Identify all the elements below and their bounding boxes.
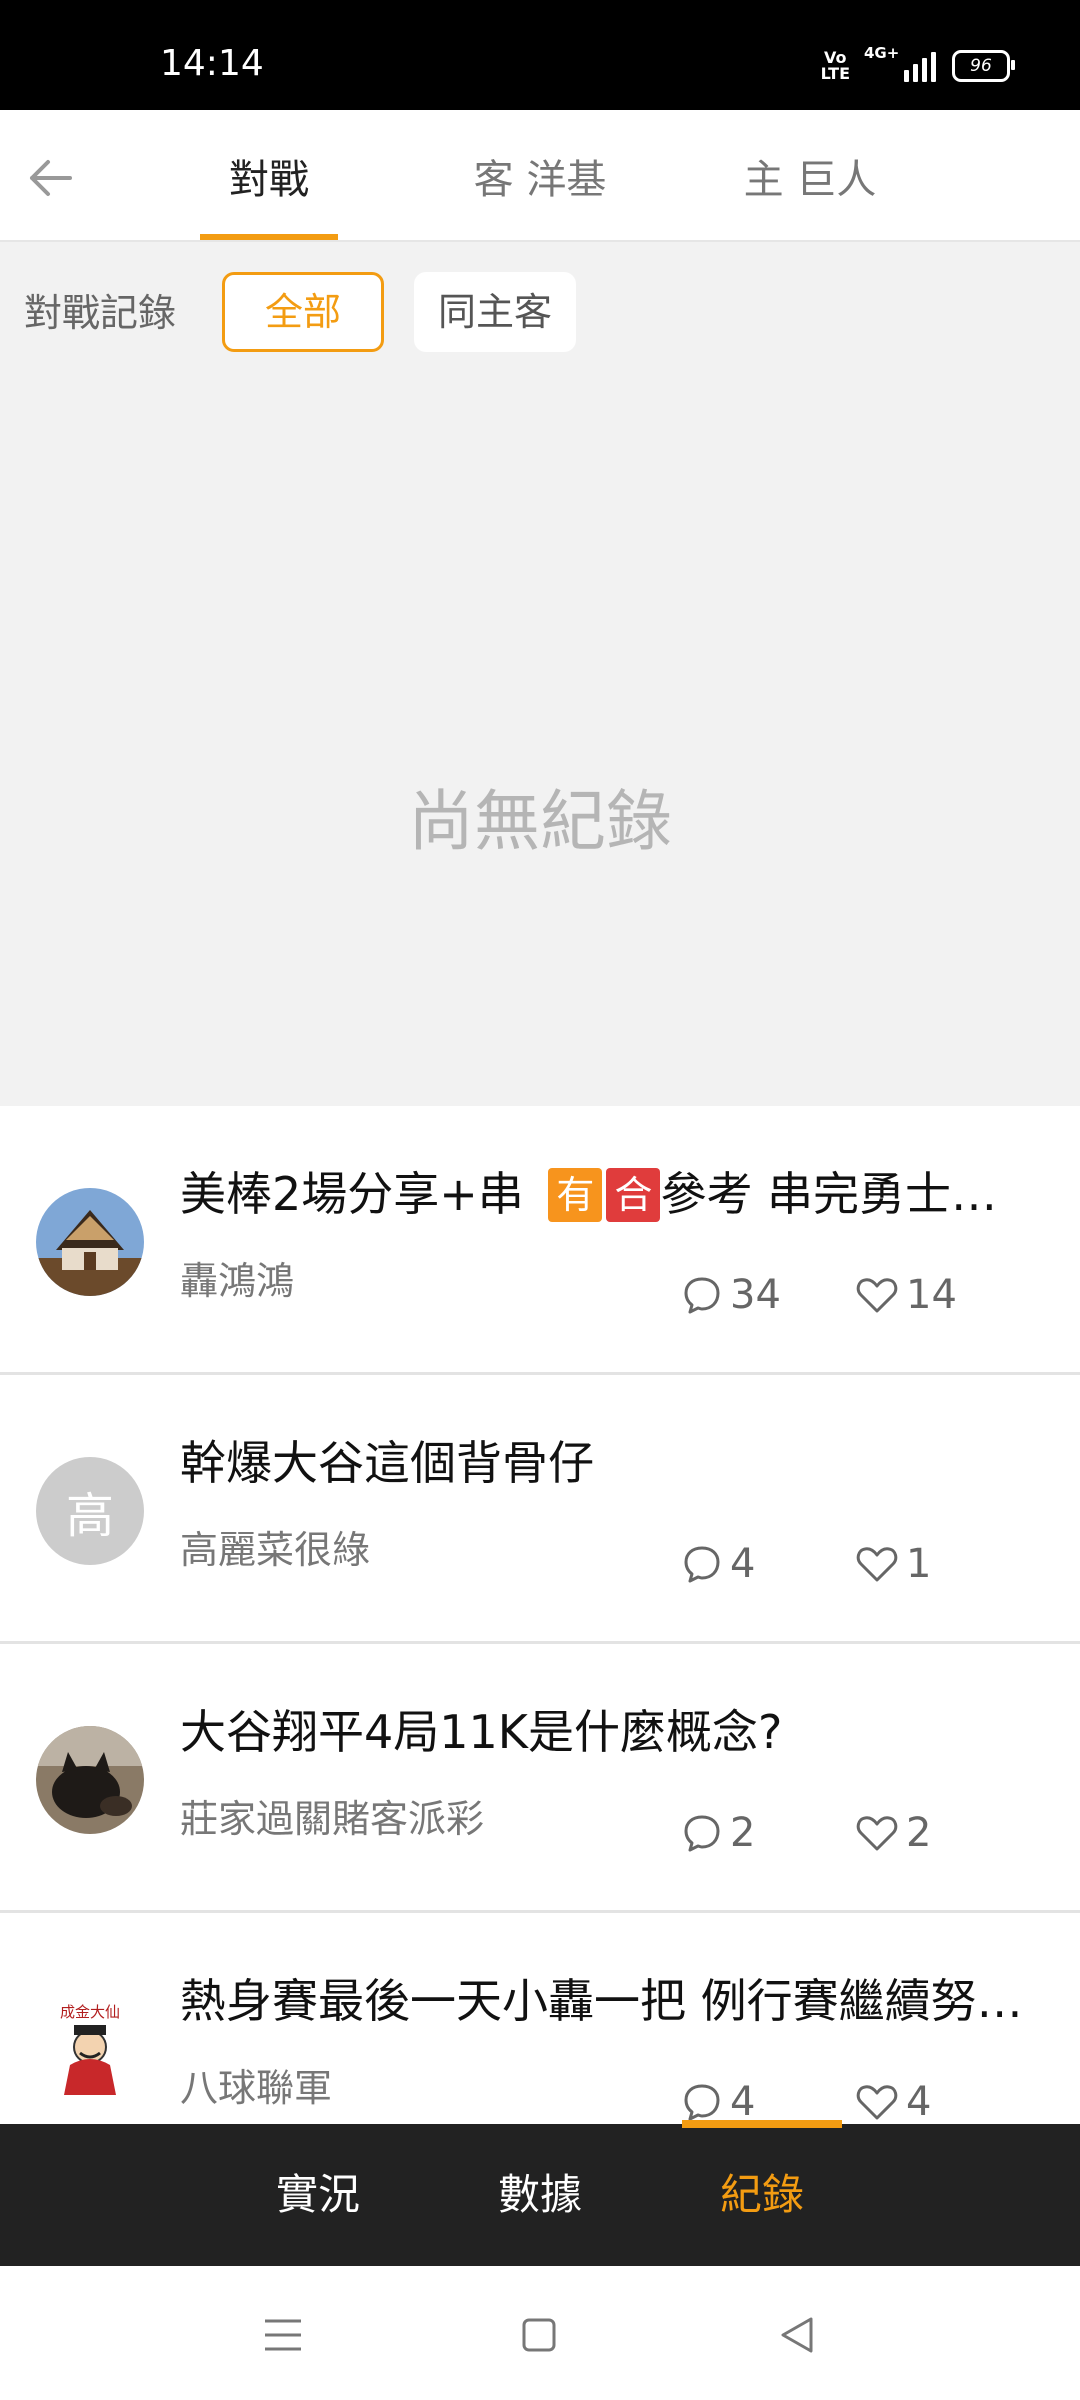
like-count-value: 1 [906,1541,932,1587]
home-square-icon [522,2318,556,2352]
post-author: 轟鴻鴻 [180,1259,295,1303]
comment-count-value: 2 [730,1810,756,1856]
volte-icon: Vo LTE [820,48,850,83]
post-title: 美棒2場分享+串 有合參考 串完勇士… [180,1162,1040,1226]
post-title-rest: 參考 串完勇士… [660,1167,998,1221]
comment-icon [684,1815,720,1852]
heart-icon [856,2085,898,2120]
post-author: 八球聯軍 [180,2066,333,2110]
top-nav: 對戰 客 洋基 主 巨人 [0,110,1080,242]
like-count[interactable]: 1 [856,1539,931,1589]
tab-home-giants[interactable]: 主 巨人 [720,150,900,210]
post-title: 幹爆大谷這個背骨仔 [180,1436,594,1490]
post-title-text: 美棒2場分享+串 [180,1167,539,1221]
heart-icon [856,1278,898,1313]
tag-he-badge: 合 [606,1167,661,1222]
back-button[interactable] [20,148,80,208]
temple-photo-icon [36,1188,144,1296]
heart-icon [856,1547,898,1582]
post-author: 莊家過關賭客派彩 [180,1797,485,1841]
post-author: 高麗菜很綠 [180,1528,371,1572]
status-icons: Vo LTE 4G+ 96 [820,44,1015,84]
comment-count[interactable]: 34 [682,1270,781,1320]
back-triangle-icon [781,2317,813,2353]
like-count-value: 4 [906,2079,932,2125]
comment-count-value: 4 [730,2079,756,2125]
like-count-value: 2 [906,1810,932,1856]
menu-icon [265,2319,301,2351]
like-count[interactable]: 2 [856,1808,931,1858]
status-bar: 14:14 Vo LTE 4G+ 96 [0,0,1080,110]
bottom-active-indicator [682,2120,842,2128]
like-count-value: 14 [906,1272,957,1318]
heart-icon [856,1816,898,1851]
comment-icon [684,2084,720,2121]
signal-icon: 4G+ [864,44,936,82]
home-button[interactable] [514,2310,564,2360]
battery-icon: 96 [952,50,1015,82]
post-item[interactable]: 美棒2場分享+串 有合參考 串完勇士… 轟鴻鴻 34 14 [0,1106,1080,1375]
fortune-god-icon: 成金大仙 [60,2003,120,2095]
status-time: 14:14 [160,43,264,84]
filter-same-home-away-chip[interactable]: 同主客 [414,272,576,352]
comment-count[interactable]: 2 [682,1808,755,1858]
matchup-record-section: 對戰記錄 全部 同主客 尚無紀錄 [0,242,1080,1106]
comment-icon [684,1277,720,1314]
filter-all-chip[interactable]: 全部 [222,272,384,352]
back-arrow-icon [30,160,72,196]
back-system-button[interactable] [772,2310,822,2360]
post-item[interactable]: 大谷翔平4局11K是什麼概念? 莊家過關賭客派彩 2 2 [0,1644,1080,1913]
avatar [36,1726,144,1834]
bottom-tab-records[interactable]: 紀錄 [672,2124,852,2266]
tag-you-badge: 有 [548,1167,603,1222]
like-count[interactable]: 4 [856,2077,931,2127]
avatar-logo-text: 成金大仙 [60,2003,120,2021]
bottom-tab-live[interactable]: 實況 [228,2124,408,2266]
network-type: 4G+ [864,44,900,62]
menu-button[interactable] [258,2310,308,2360]
post-title: 熱身賽最後一天小轟一把 例行賽繼續努… [180,1974,1023,2028]
battery-level: 96 [970,56,992,76]
avatar: 高 [36,1457,144,1565]
post-title: 大谷翔平4局11K是什麼概念? [180,1705,783,1759]
avatar: 成金大仙 [36,1995,144,2103]
empty-state-message: 尚無紀錄 [408,783,672,860]
avatar [36,1188,144,1296]
comment-count-value: 34 [730,1272,781,1318]
tab-matchup[interactable]: 對戰 [200,150,338,210]
bottom-tab-bar: 實況 數據 紀錄 [0,2124,1080,2266]
post-item[interactable]: 高 幹爆大谷這個背骨仔 高麗菜很綠 4 1 [0,1375,1080,1644]
like-count[interactable]: 14 [856,1270,957,1320]
filter-label: 對戰記錄 [24,291,177,335]
comment-count-value: 4 [730,1541,756,1587]
dog-photo-icon [36,1726,144,1834]
comment-count[interactable]: 4 [682,1539,755,1589]
comment-icon [684,1546,720,1583]
active-tab-indicator [200,234,338,240]
tab-away-yankees[interactable]: 客 洋基 [450,150,630,210]
system-nav-bar [0,2266,1080,2400]
bottom-tab-stats[interactable]: 數據 [450,2124,630,2266]
